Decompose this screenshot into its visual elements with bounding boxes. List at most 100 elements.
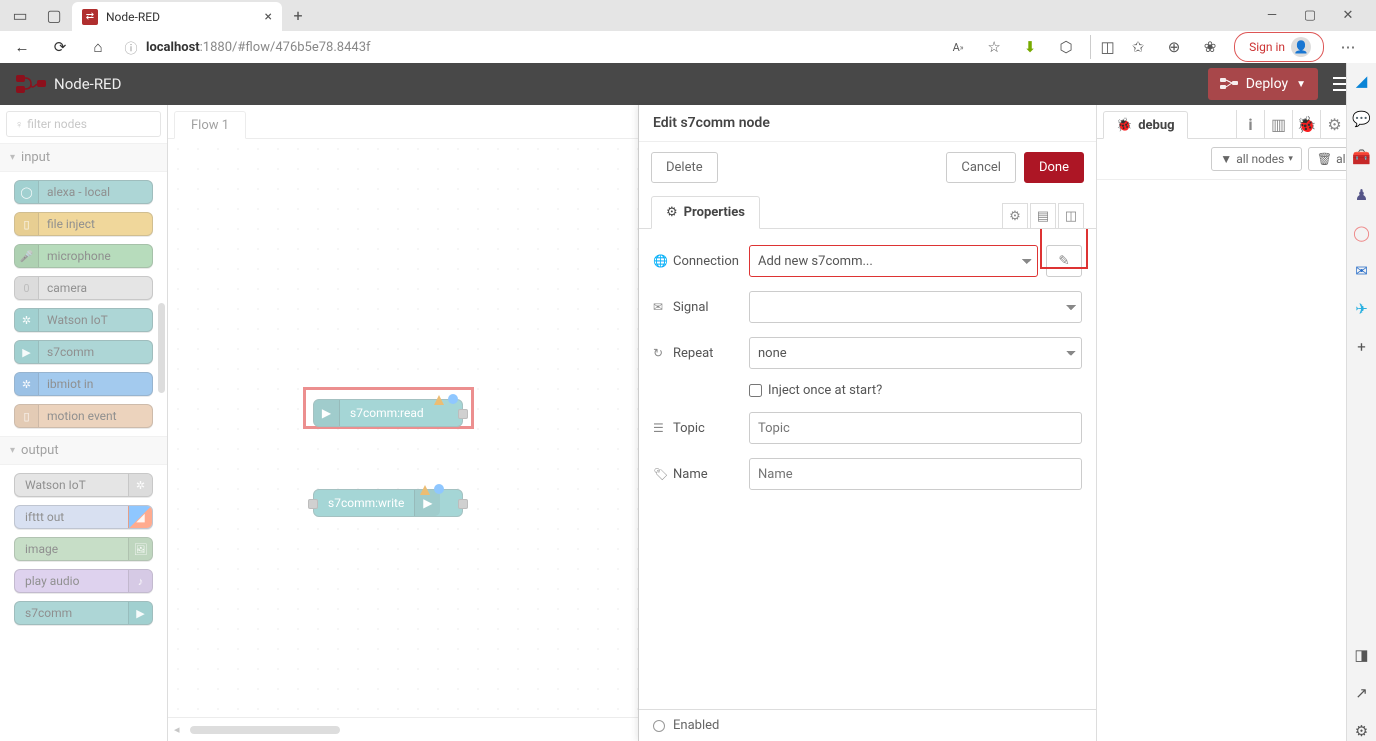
- status-dot-icon: [434, 484, 444, 494]
- appearance-icon[interactable]: ◫: [1058, 203, 1084, 229]
- url-input[interactable]: ⓘ localhost:1880/#flow/476b5e78.8443f: [122, 38, 936, 57]
- repeat-label: ↻Repeat: [653, 346, 749, 361]
- flow-node-s7comm-read[interactable]: ▶ s7comm:read: [313, 399, 463, 427]
- window-close-icon[interactable]: ✕: [1338, 8, 1358, 23]
- warning-icon: [434, 394, 444, 404]
- palette-node-watson-iot-out[interactable]: Watson IoT✲: [14, 473, 153, 497]
- browser-tab[interactable]: ⇄ Node-RED ×: [72, 2, 282, 32]
- flow-node-s7comm-write[interactable]: s7comm:write ▶: [313, 489, 463, 517]
- games-icon[interactable]: ♟: [1352, 185, 1372, 205]
- palette-node-alexa[interactable]: ◯alexa - local: [14, 180, 153, 204]
- tab-actions-icon[interactable]: ▭: [4, 2, 36, 30]
- deploy-icon: [1220, 75, 1238, 93]
- debug-panel: 🐞 debug i ▥ 🐞 ⚙ ▼ ▼ all nodes ▾ 🗑 all ▾: [1096, 105, 1376, 741]
- chevron-down-icon: ▾: [1288, 154, 1293, 164]
- signal-select[interactable]: [749, 291, 1082, 323]
- maximize-icon[interactable]: ▢: [1300, 8, 1320, 23]
- tag-icon: 🏷: [653, 467, 667, 481]
- topic-label: ☰Topic: [653, 421, 749, 436]
- properties-label: Properties: [684, 205, 745, 220]
- delete-button[interactable]: Delete: [651, 152, 718, 183]
- debug-tab-icon[interactable]: 🐞: [1292, 110, 1320, 138]
- sidebar-collapse-icon[interactable]: ◨: [1352, 645, 1372, 665]
- browser-essentials-icon[interactable]: ❀: [1198, 35, 1222, 59]
- idm-icon[interactable]: ⬇: [1018, 35, 1042, 59]
- palette-node-s7comm-in[interactable]: ▶s7comm: [14, 340, 153, 364]
- outlook-icon[interactable]: ✉: [1352, 261, 1372, 281]
- back-button[interactable]: ←: [8, 33, 36, 61]
- minimize-icon[interactable]: —: [1262, 8, 1282, 23]
- cancel-button[interactable]: Cancel: [946, 152, 1016, 183]
- more-icon[interactable]: ⋯: [1336, 35, 1360, 59]
- arrow-icon: ▶: [314, 400, 340, 426]
- debug-tab[interactable]: 🐞 debug: [1103, 111, 1188, 139]
- sign-in-button[interactable]: Sign in 👤: [1234, 32, 1324, 62]
- warning-icon: [420, 484, 430, 494]
- collections-icon[interactable]: ⊕: [1162, 35, 1186, 59]
- favorite-icon[interactable]: ☆: [982, 35, 1006, 59]
- send-icon[interactable]: ✈: [1352, 299, 1372, 319]
- palette-node-play-audio[interactable]: play audio♪: [14, 569, 153, 593]
- read-aloud-icon[interactable]: A»: [946, 35, 970, 59]
- extensions-icon[interactable]: ⬡: [1054, 35, 1078, 59]
- palette-scrollbar[interactable]: [158, 303, 165, 393]
- description-icon[interactable]: ▤: [1030, 203, 1056, 229]
- topic-input[interactable]: [749, 412, 1082, 444]
- inject-once-checkbox[interactable]: [749, 384, 762, 397]
- palette-node-ibmiot-in[interactable]: ✲ibmiot in: [14, 372, 153, 396]
- help-tab-icon[interactable]: ▥: [1264, 110, 1292, 138]
- palette-category-input[interactable]: ▾ input: [0, 143, 167, 172]
- deploy-button[interactable]: Deploy ▼: [1208, 68, 1318, 100]
- palette-node-camera[interactable]: 0camera: [14, 276, 153, 300]
- sidebar-settings-icon[interactable]: ⚙: [1352, 721, 1372, 741]
- nav-left-icon[interactable]: ◂: [174, 723, 180, 736]
- chevron-down-icon: ▼: [1296, 79, 1306, 90]
- node-output-port[interactable]: [458, 499, 468, 509]
- refresh-button[interactable]: ⟳: [46, 33, 74, 61]
- palette-node-motion-event[interactable]: ▯motion event: [14, 404, 153, 428]
- done-button[interactable]: Done: [1024, 152, 1084, 183]
- palette-node-file-inject[interactable]: ▯file inject: [14, 212, 153, 236]
- inject-once-checkbox-label[interactable]: Inject once at start?: [749, 383, 882, 398]
- flow-tab[interactable]: Flow 1: [174, 111, 246, 139]
- home-button[interactable]: ⌂: [84, 33, 112, 61]
- chat-icon[interactable]: 💬: [1352, 109, 1372, 129]
- status-dot-icon: [448, 394, 458, 404]
- signal-label: ✉Signal: [653, 300, 749, 315]
- palette-node-watson-iot[interactable]: ✲Watson IoT: [14, 308, 153, 332]
- palette-node-microphone[interactable]: 🎤microphone: [14, 244, 153, 268]
- palette-category-output[interactable]: ▾ output: [0, 436, 167, 465]
- node-output-port[interactable]: [458, 409, 468, 419]
- add-icon[interactable]: +: [1352, 337, 1372, 357]
- debug-tab-label: debug: [1138, 118, 1174, 133]
- sidebar-share-icon[interactable]: ↗: [1352, 683, 1372, 703]
- palette-node-image-out[interactable]: image🖼: [14, 537, 153, 561]
- edge-sidebar: ◢ 💬 🧰 ♟ ◯ ✉ ✈ + ◨ ↗ ⚙: [1346, 63, 1376, 741]
- favorites-bar-icon[interactable]: ✩: [1126, 35, 1150, 59]
- config-tab-icon[interactable]: ⚙: [1320, 110, 1348, 138]
- connection-select[interactable]: Add new s7comm...: [749, 245, 1038, 277]
- palette-node-ifttt-out[interactable]: ifttt out◢: [14, 505, 153, 529]
- bing-icon[interactable]: ◢: [1352, 71, 1372, 91]
- split-screen-icon[interactable]: ◫: [1090, 35, 1114, 59]
- settings-icon[interactable]: ⚙: [1002, 203, 1028, 229]
- chevron-down-icon: ▾: [10, 445, 15, 456]
- palette-node-s7comm-out[interactable]: s7comm▶: [14, 601, 153, 625]
- info-tab-icon[interactable]: i: [1236, 110, 1264, 138]
- filter-icon: ▼: [1220, 152, 1232, 166]
- enabled-toggle[interactable]: [653, 720, 665, 732]
- close-icon[interactable]: ×: [265, 9, 272, 25]
- tools-icon[interactable]: 🧰: [1352, 147, 1372, 167]
- name-input[interactable]: [749, 458, 1082, 490]
- new-tab-button[interactable]: +: [284, 2, 312, 30]
- filter-placeholder: filter nodes: [27, 117, 87, 131]
- filter-all-nodes-button[interactable]: ▼ all nodes ▾: [1211, 147, 1302, 171]
- tab-overview-icon[interactable]: ▢: [38, 2, 70, 30]
- properties-tab[interactable]: ⚙ Properties: [651, 196, 760, 229]
- palette-filter-input[interactable]: ♀ filter nodes: [6, 111, 161, 137]
- microsoft365-icon[interactable]: ◯: [1352, 223, 1372, 243]
- palette-panel: ♀ filter nodes ▾ input ◯alexa - local ▯f…: [0, 105, 168, 741]
- node-input-port[interactable]: [308, 499, 318, 509]
- repeat-select[interactable]: none: [749, 337, 1082, 369]
- browser-tab-bar: ▭ ▢ ⇄ Node-RED × + — ▢ ✕: [0, 0, 1376, 31]
